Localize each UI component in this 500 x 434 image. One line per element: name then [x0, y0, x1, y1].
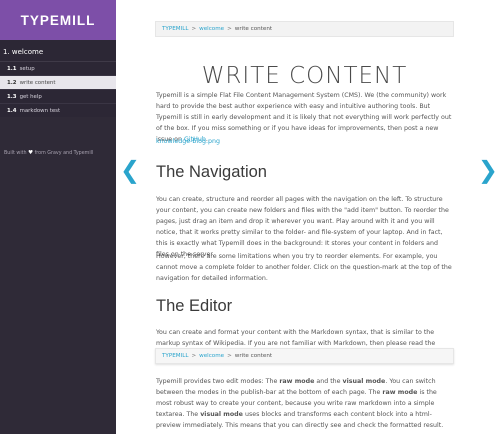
image-link[interactable]: knowledge-blog.png — [156, 138, 220, 145]
breadcrumb-current: write content — [234, 26, 273, 32]
nav-item-write-content[interactable]: 1.2 write content — [0, 76, 116, 90]
logo[interactable]: TYPEMILL — [0, 0, 116, 40]
visual-mode-term: visual mode — [342, 378, 386, 385]
breadcrumb-separator: > — [227, 26, 232, 32]
credit-text-after: from Gravy and Typemill — [34, 151, 94, 156]
nav-item-number: 1.1 — [7, 66, 17, 72]
sidebar: TYPEMILL 1. welcome 1.1 setup 1.2 write co… — [0, 0, 116, 434]
nav-folder-welcome[interactable]: 1. welcome — [0, 40, 116, 62]
editor-text: Typemill provides two edit modes: The — [156, 378, 280, 385]
breadcrumb-separator: > — [227, 353, 232, 359]
breadcrumb-root-link[interactable]: TYPEMILL — [162, 353, 188, 359]
visual-mode-term: visual mode — [200, 411, 243, 418]
nav-item-number: 1.3 — [7, 94, 17, 100]
sidebar-lower-panel — [0, 117, 116, 434]
intro-paragraph: Typemill is a simple Flat File Content M… — [156, 90, 452, 145]
breadcrumb-current: write content — [234, 353, 273, 359]
chevron-left-icon[interactable]: ❮ — [120, 158, 140, 182]
main-content: ❮ ❯ TYPEMILL > welcome > write content W… — [116, 0, 500, 434]
raw-mode-term: raw mode — [382, 389, 418, 396]
editor-paragraph-2: Typemill provides two edit modes: The ra… — [156, 376, 452, 431]
chevron-right-icon[interactable]: ❯ — [478, 158, 498, 182]
heart-icon: ♥ — [28, 150, 34, 156]
breadcrumb-parent-link[interactable]: welcome — [199, 26, 224, 32]
nav-item-label: get help — [19, 94, 42, 100]
nav-item-get-help[interactable]: 1.3 get help — [0, 90, 116, 104]
breadcrumb-separator: > — [191, 26, 197, 32]
sticky-breadcrumb: TYPEMILL > welcome > write content — [155, 348, 454, 364]
nav-item-number: 1.4 — [7, 108, 17, 114]
raw-mode-term: raw mode — [279, 378, 315, 385]
nav-item-markdown-test[interactable]: 1.4 markdown test — [0, 104, 116, 118]
breadcrumb-root-link[interactable]: TYPEMILL — [162, 26, 188, 32]
editor-text: and the — [314, 378, 343, 385]
nav-item-label: setup — [19, 66, 35, 72]
breadcrumb-separator: > — [191, 353, 197, 359]
nav-list: 1.1 setup 1.2 write content 1.3 get help 1.… — [0, 62, 116, 118]
nav-item-label: markdown test — [19, 108, 61, 114]
page-title: WRITE CONTENT — [201, 63, 408, 90]
credit-text-before: Built with — [4, 151, 27, 156]
nav-item-label: write content — [19, 80, 56, 86]
heading-editor: The Editor — [156, 297, 233, 315]
nav-item-setup[interactable]: 1.1 setup — [0, 62, 116, 76]
nav-item-number: 1.2 — [7, 80, 17, 86]
footer-credit: Built with ♥ from Gravy and Typemill — [4, 150, 93, 156]
heading-navigation: The Navigation — [156, 163, 267, 181]
breadcrumb: TYPEMILL > welcome > write content — [155, 21, 454, 37]
navigation-paragraph-2: However, there are some limitations when… — [156, 253, 452, 282]
breadcrumb-parent-link[interactable]: welcome — [199, 353, 224, 359]
